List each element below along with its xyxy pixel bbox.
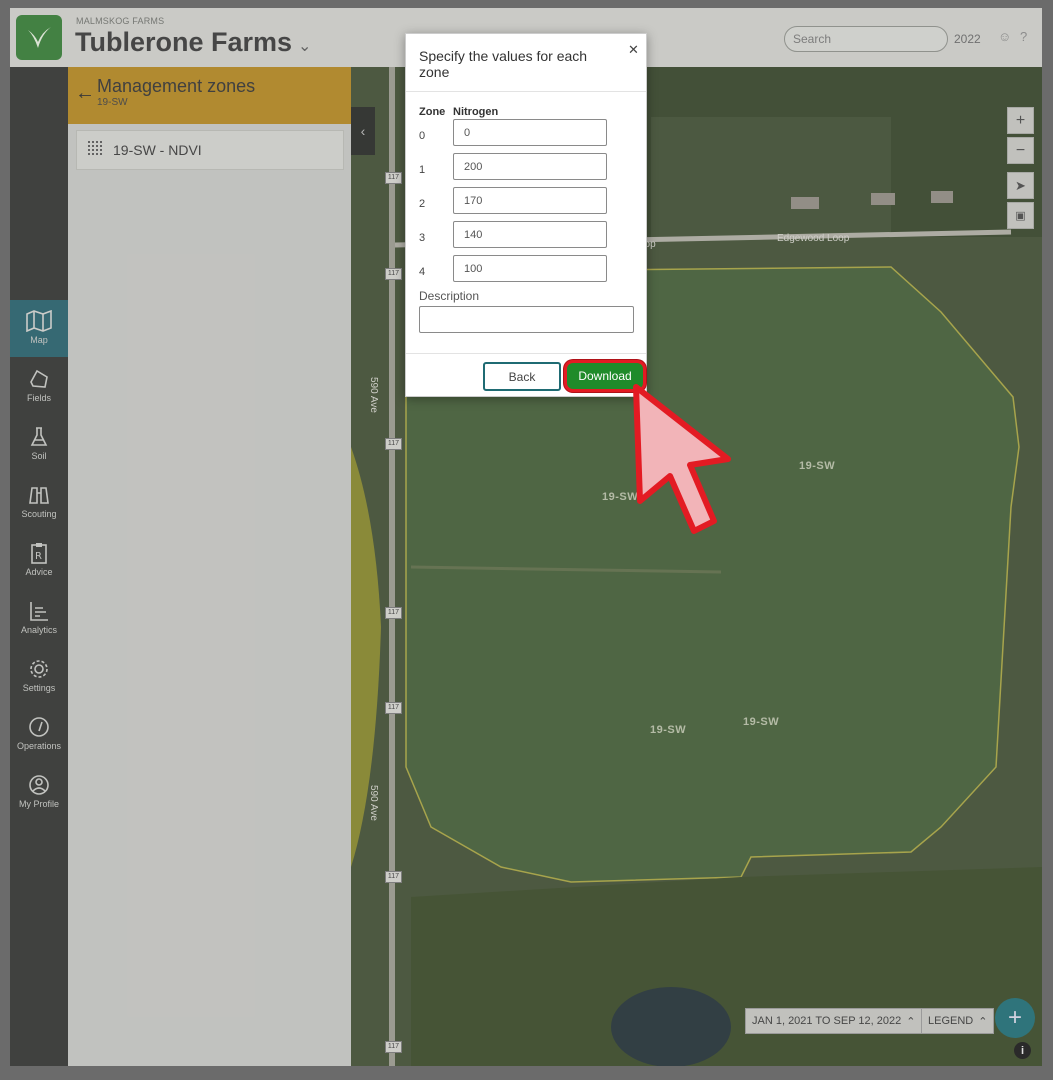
road-sign: 117 (385, 172, 402, 184)
legend-button[interactable]: LEGEND ⌃ (921, 1008, 995, 1034)
zone-number: 0 (419, 130, 426, 142)
road-sign: 117 (385, 607, 402, 619)
gear-icon (28, 657, 50, 681)
zoom-in-button[interactable]: + (1007, 107, 1034, 134)
divider (406, 353, 646, 354)
road-sign: 117 (385, 1041, 402, 1053)
avenue-label: 590 Ave (368, 377, 379, 413)
farm-name: Tublerone Farms (75, 27, 293, 57)
zone-number: 2 (419, 198, 426, 210)
app-logo[interactable] (16, 15, 62, 60)
zone-column-header: Zone (419, 106, 446, 118)
nav-item-analytics[interactable]: Analytics (10, 590, 68, 647)
nitrogen-input-zone-2[interactable] (453, 187, 607, 214)
gauge-icon (28, 715, 50, 739)
help-icon[interactable]: ? (1020, 29, 1027, 44)
zoom-out-button[interactable]: − (1007, 137, 1034, 164)
field-label: 19-SW (743, 716, 780, 728)
road-label: Edgewood Loop (777, 233, 850, 244)
nitrogen-input-zone-0[interactable] (453, 119, 607, 146)
binoculars-icon (28, 483, 50, 507)
description-field[interactable] (419, 306, 634, 333)
date-range-button[interactable]: JAN 1, 2021 TO SEP 12, 2022 ⌃ (745, 1008, 923, 1034)
smiley-icon[interactable]: ☺ (998, 29, 1011, 44)
nav-item-scouting[interactable]: Scouting (10, 474, 68, 531)
svg-text:R: R (35, 551, 42, 562)
road-sign: 117 (385, 702, 402, 714)
fit-bounds-icon[interactable]: ▣ (1007, 202, 1034, 229)
description-label: Description (419, 289, 480, 303)
divider (406, 91, 646, 92)
avenue-label: 590 Ave (368, 785, 379, 821)
nav-item-settings[interactable]: Settings (10, 648, 68, 705)
panel-subtitle: 19-SW (97, 97, 128, 108)
panel-title: Management zones (97, 76, 256, 96)
nav-item-map[interactable]: Map (10, 300, 68, 357)
add-button[interactable]: + (995, 998, 1035, 1038)
pointer-arrow-icon (633, 384, 731, 534)
search-input[interactable] (784, 26, 948, 52)
year-selector[interactable]: 2022 (954, 32, 981, 46)
chart-icon (29, 599, 49, 623)
org-name: MALMSKOG FARMS (76, 16, 165, 26)
zone-number: 1 (419, 164, 426, 176)
nav-item-soil[interactable]: Soil (10, 416, 68, 473)
field-icon (28, 367, 50, 391)
back-arrow-icon[interactable]: ← (75, 82, 95, 105)
nav-item-my-profile[interactable]: My Profile (10, 764, 68, 821)
chevron-up-icon: ⌃ (906, 1015, 916, 1028)
nav-item-advice[interactable]: R Advice (10, 532, 68, 589)
nitrogen-input-zone-4[interactable] (453, 255, 607, 282)
chevron-down-icon: ⌄ (298, 37, 312, 55)
field-label: 19-SW (650, 724, 687, 736)
profile-icon (28, 773, 50, 797)
road-sign: 117 (385, 438, 402, 450)
road-sign: 117 (385, 268, 402, 280)
date-range-label: JAN 1, 2021 TO SEP 12, 2022 (752, 1015, 902, 1027)
chevron-up-icon: ⌃ (978, 1015, 988, 1028)
management-zones-panel: ← Management zones 19-SW 19-SW - NDVI (68, 67, 351, 1066)
zone-list-item[interactable]: 19-SW - NDVI (76, 130, 344, 170)
nav-item-fields[interactable]: Fields (10, 358, 68, 415)
nav-item-operations[interactable]: Operations (10, 706, 68, 763)
road-sign: 117 (385, 871, 402, 883)
app-frame: MALMSKOG FARMS Tublerone Farms ⌄ 2022 ☺ … (10, 8, 1042, 1066)
locate-icon[interactable]: ➤ (1007, 172, 1034, 199)
map-icon (25, 309, 53, 333)
nitrogen-input-zone-3[interactable] (453, 221, 607, 248)
zone-values-dialog: Specify the values for each zone ✕ Zone … (405, 33, 647, 397)
grid-icon (87, 140, 105, 161)
legend-label: LEGEND (928, 1015, 974, 1027)
info-icon[interactable]: i (1014, 1042, 1031, 1059)
nitrogen-input-zone-1[interactable] (453, 153, 607, 180)
close-icon[interactable]: ✕ (628, 42, 639, 58)
back-button[interactable]: Back (483, 362, 561, 391)
sidebar-nav: Map Fields Soil Scouting R Advice Analyt… (10, 67, 68, 1066)
zone-number: 3 (419, 232, 426, 244)
farm-selector[interactable]: Tublerone Farms ⌄ (75, 27, 311, 58)
plus-icon: + (1007, 1004, 1022, 1031)
zone-list-item-label: 19-SW - NDVI (113, 142, 202, 158)
prescription-icon: R (30, 541, 48, 565)
dialog-title: Specify the values for each zone (419, 48, 588, 80)
nitrogen-column-header: Nitrogen (453, 106, 499, 118)
flask-icon (29, 425, 49, 449)
zone-number: 4 (419, 266, 426, 278)
field-label: 19-SW (799, 460, 836, 472)
panel-header: ← Management zones 19-SW (68, 67, 351, 124)
collapse-panel-button[interactable]: ‹ (351, 107, 375, 155)
chevron-left-icon: ‹ (360, 123, 366, 139)
